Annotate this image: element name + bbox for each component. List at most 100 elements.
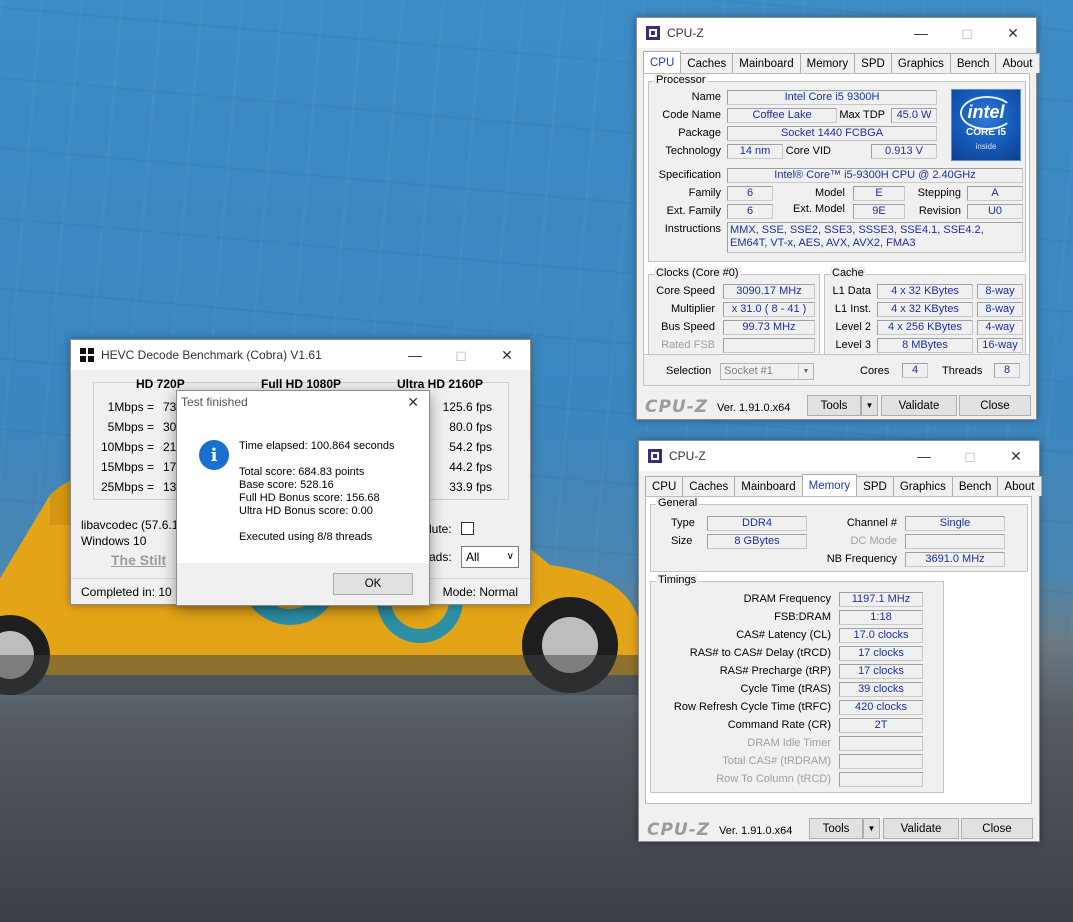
maximize-icon[interactable]: ◻: [947, 441, 993, 471]
tab-bench[interactable]: Bench: [951, 476, 999, 496]
tab-spd[interactable]: SPD: [856, 476, 894, 496]
package-label: Package: [678, 127, 721, 139]
tab-spd[interactable]: SPD: [854, 53, 892, 73]
processor-group-title: Processor: [654, 74, 708, 86]
tab-graphics[interactable]: Graphics: [890, 53, 951, 73]
mode-label: Mode: Normal: [442, 585, 518, 599]
timing-value: [839, 754, 923, 769]
tab-mainboard[interactable]: Mainboard: [732, 53, 801, 73]
mute-checkbox[interactable]: [461, 522, 474, 535]
revision-value: U0: [967, 204, 1023, 219]
codename-label: Code Name: [662, 109, 721, 121]
instructions-value: MMX, SSE, SSE2, SSE3, SSSE3, SSE4.1, SSE…: [727, 222, 1023, 253]
package-value: Socket 1440 FCBGA: [727, 126, 937, 141]
clocks-group-title: Clocks (Core #0): [654, 267, 741, 279]
name-label: Name: [691, 91, 721, 103]
hevc-titlebar[interactable]: HEVC Decode Benchmark (Cobra) V1.61 — ◻ …: [71, 340, 530, 370]
general-group-title: General: [656, 497, 700, 509]
tab-caches[interactable]: Caches: [680, 53, 734, 73]
codename-value: Coffee Lake: [727, 108, 837, 123]
maximize-icon[interactable]: ◻: [944, 18, 990, 48]
tab-memory[interactable]: Memory: [801, 474, 858, 496]
tab-graphics[interactable]: Graphics: [892, 476, 953, 496]
validate-button[interactable]: Validate: [881, 395, 957, 416]
completed-label: Completed in: 10: [81, 585, 172, 599]
tab-about[interactable]: About: [995, 53, 1040, 73]
close-icon[interactable]: ✕: [990, 18, 1036, 48]
minimize-icon[interactable]: —: [898, 18, 944, 48]
ok-button[interactable]: OK: [333, 573, 413, 595]
busspeed-label: Bus Speed: [661, 321, 715, 333]
close-button[interactable]: Close: [961, 818, 1033, 839]
tab-bench[interactable]: Bench: [949, 53, 997, 73]
technology-value: 14 nm: [727, 144, 783, 159]
tools-dropdown-icon[interactable]: ▼: [863, 818, 880, 839]
close-button[interactable]: Close: [959, 395, 1031, 416]
tab-cpu[interactable]: CPU: [643, 51, 682, 73]
window-title: CPU-Z: [669, 449, 706, 463]
cache-group-title: Cache: [830, 267, 866, 279]
tools-button[interactable]: Tools: [807, 395, 861, 416]
cpuz-titlebar[interactable]: CPU-Z — ◻ ✕: [637, 18, 1036, 48]
threads-select[interactable]: All ∨: [461, 546, 519, 568]
size-label: Size: [671, 535, 693, 547]
tab-about[interactable]: About: [997, 476, 1042, 496]
nbfreq-label: NB Frequency: [826, 553, 897, 565]
cpuz-app-icon: [646, 26, 660, 40]
timing-value: 39 clocks: [839, 682, 923, 697]
hevc-app-icon: [80, 348, 94, 362]
tab-memory[interactable]: Memory: [799, 53, 856, 73]
socket-select[interactable]: Socket #1 ▼: [720, 363, 814, 380]
memory-tab-panel: General Type DDR4 Size 8 GBytes Channel …: [645, 496, 1032, 804]
cpuz-titlebar[interactable]: CPU-Z — ◻ ✕: [639, 441, 1039, 471]
minimize-icon[interactable]: —: [901, 441, 947, 471]
close-icon[interactable]: ✕: [993, 441, 1039, 471]
base-score-text: Base score: 528.16: [239, 479, 334, 491]
specification-value: Intel® Core™ i5-9300H CPU @ 2.40GHz: [727, 168, 1023, 183]
tools-dropdown-icon[interactable]: ▼: [861, 395, 878, 416]
family-value: 6: [727, 186, 773, 201]
extmodel-value: 9E: [853, 204, 905, 219]
cpuz-cpu-window: CPU-Z — ◻ ✕ CPU Caches Mainboard Memory …: [636, 17, 1040, 420]
timing-label: Row To Column (tRCD): [716, 773, 831, 785]
close-icon[interactable]: ✕: [407, 394, 419, 411]
cache-group: Cache L1 Data 4 x 32 KBytes 8-way L1 Ins…: [824, 267, 1026, 358]
size-value: 8 GBytes: [707, 534, 807, 549]
bitrate-label: 15Mbps =: [100, 460, 154, 474]
maxtdp-label: Max TDP: [839, 109, 885, 121]
level2-label: Level 2: [835, 321, 871, 333]
timings-group: Timings DRAM Frequency 1197.1 MHz FSB:DRAM…: [650, 574, 944, 793]
timing-value: [839, 772, 923, 787]
maximize-icon[interactable]: ◻: [438, 340, 484, 370]
bitrate-label: 10Mbps =: [100, 440, 154, 454]
type-value: DDR4: [707, 516, 807, 531]
close-icon[interactable]: ✕: [484, 340, 530, 370]
selection-label: Selection: [666, 365, 712, 377]
l1inst-ways: 8-way: [977, 302, 1023, 317]
timing-label: RAS# Precharge (tRP): [719, 665, 831, 677]
timing-label: RAS# to CAS# Delay (tRCD): [689, 647, 831, 659]
col-hd720: HD 720P: [136, 377, 185, 391]
info-icon: i: [199, 440, 229, 470]
instructions-label: Instructions: [664, 223, 721, 235]
tab-caches[interactable]: Caches: [682, 476, 736, 496]
l1data-ways: 8-way: [977, 284, 1023, 299]
uhd2160-result: 80.0 fps: [449, 420, 492, 434]
tab-mainboard[interactable]: Mainboard: [734, 476, 803, 496]
nbfreq-value: 3691.0 MHz: [905, 552, 1005, 567]
tab-cpu[interactable]: CPU: [645, 476, 684, 496]
l1data-value: 4 x 32 KBytes: [877, 284, 973, 299]
family-label: Family: [688, 187, 721, 199]
level2-ways: 4-way: [977, 320, 1023, 335]
cpuz-app-icon: [648, 449, 662, 463]
uhd2160-result: 44.2 fps: [449, 460, 492, 474]
dcmode-label: DC Mode: [850, 535, 897, 547]
the-stilt-link[interactable]: The Stilt: [111, 552, 166, 568]
validate-button[interactable]: Validate: [883, 818, 959, 839]
threads-label: Threads: [942, 365, 983, 377]
tools-button[interactable]: Tools: [809, 818, 863, 839]
minimize-icon[interactable]: —: [392, 340, 438, 370]
os-label: Windows 10: [81, 534, 147, 548]
extmodel-label: Ext. Model: [793, 203, 845, 215]
stepping-label: Stepping: [917, 187, 961, 199]
